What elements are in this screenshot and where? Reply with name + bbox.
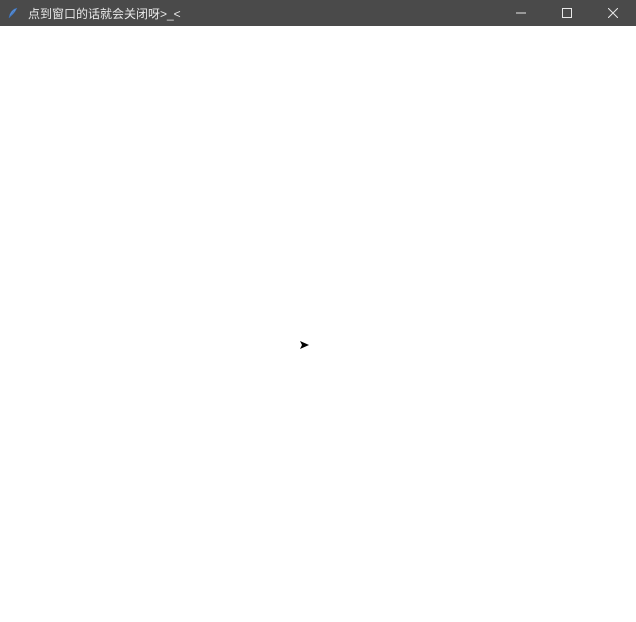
feather-icon xyxy=(6,5,22,21)
window-controls xyxy=(498,0,636,26)
maximize-icon xyxy=(562,8,572,18)
turtle-cursor xyxy=(300,337,310,347)
close-icon xyxy=(608,8,618,18)
close-button[interactable] xyxy=(590,0,636,26)
canvas-area[interactable] xyxy=(0,26,636,622)
minimize-icon xyxy=(516,8,526,18)
maximize-button[interactable] xyxy=(544,0,590,26)
window-title: 点到窗口的话就会关闭呀>_< xyxy=(28,5,181,22)
minimize-button[interactable] xyxy=(498,0,544,26)
titlebar: 点到窗口的话就会关闭呀>_< xyxy=(0,0,636,26)
